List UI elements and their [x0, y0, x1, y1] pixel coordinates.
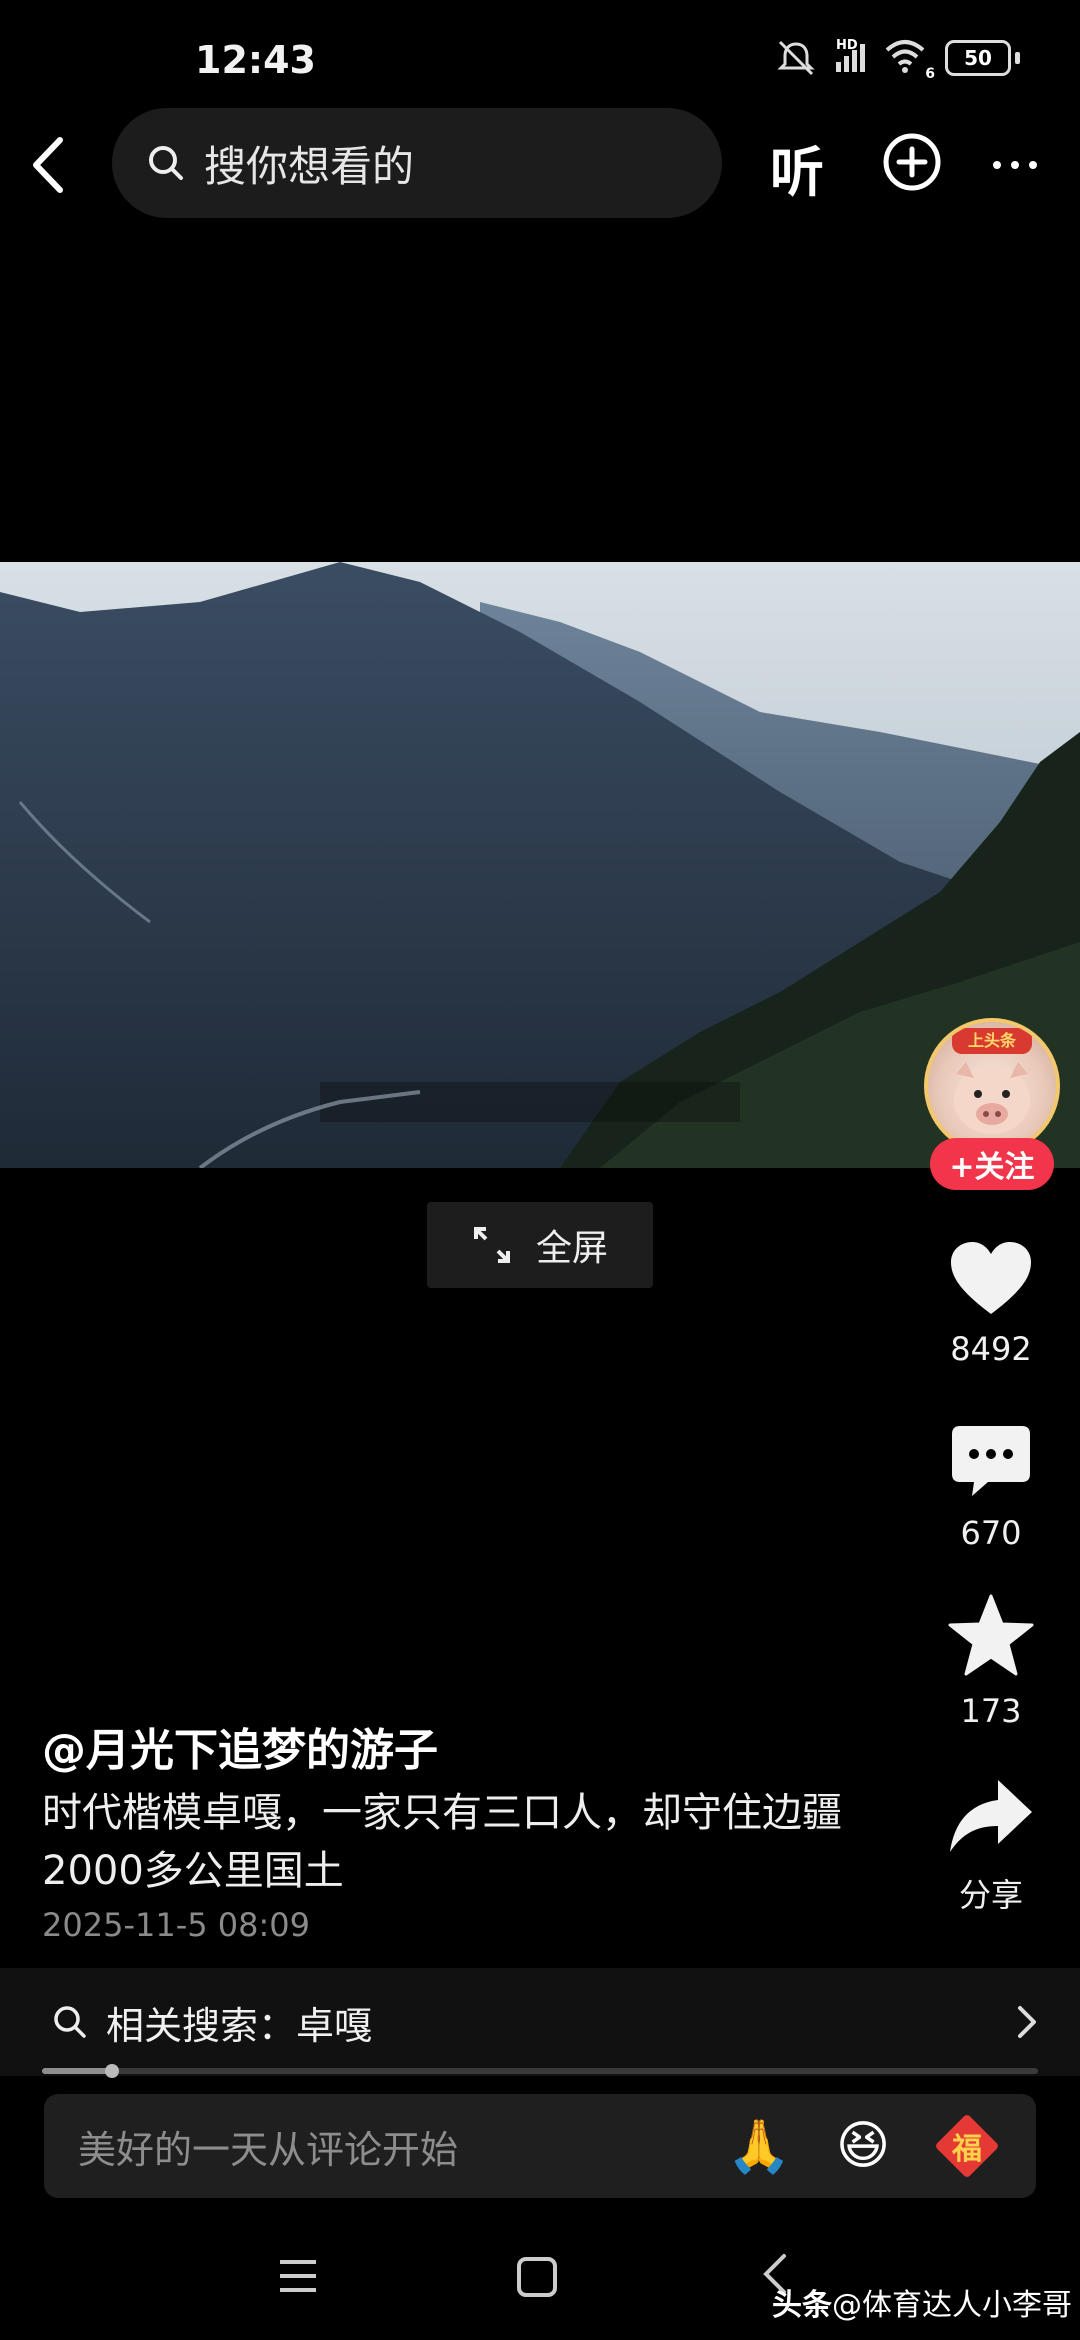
back-button[interactable] [24, 130, 76, 200]
fullscreen-button[interactable]: 全屏 [427, 1202, 653, 1288]
search-placeholder: 搜你想看的 [204, 141, 415, 191]
menu-icon [280, 2260, 316, 2292]
follow-button[interactable]: +关注 [930, 1138, 1054, 1190]
favorite-button[interactable]: 173 [931, 1594, 1051, 1730]
fu-sticker-button[interactable]: 福 [932, 2111, 1002, 2181]
fu-char: 福 [952, 2132, 982, 2167]
comment-input[interactable]: 美好的一天从评论开始 🙏 😆 福 [44, 2094, 1036, 2198]
related-search-label: 相关搜索：卓嘎 [106, 2003, 373, 2048]
chevron-right-icon [1018, 2006, 1036, 2038]
more-button[interactable] [990, 140, 1040, 194]
favorite-count: 173 [960, 1692, 1022, 1730]
progress-handle[interactable] [105, 2064, 119, 2078]
nav-menu-button[interactable] [278, 2256, 318, 2300]
home-square-icon [517, 2257, 557, 2297]
share-button[interactable]: 分享 [931, 1776, 1051, 1916]
search-icon [149, 146, 183, 180]
video-player[interactable] [0, 562, 1080, 1168]
comment-placeholder: 美好的一天从评论开始 [78, 2127, 459, 2172]
network-type: HD [836, 38, 858, 53]
avatar-image: 上头条 [924, 1018, 1060, 1154]
more-dots-icon [993, 161, 1037, 169]
watermark: 头条@体育达人小李哥 [772, 2280, 1072, 2324]
comment-count: 670 [960, 1514, 1022, 1552]
pray-emoji-button[interactable]: 🙏 [724, 2111, 794, 2181]
status-time: 12:43 [195, 38, 316, 82]
status-icons: HD 6 50 [774, 38, 1020, 82]
signal-icon: HD [836, 38, 865, 72]
search-icon [54, 2006, 86, 2038]
battery-icon: 50 [945, 40, 1011, 76]
fullscreen-label: 全屏 [535, 1228, 608, 1269]
share-arrow-icon [950, 1780, 1032, 1852]
fu-icon: 福 [934, 2113, 1000, 2179]
watermark-author: @体育达人小李哥 [832, 2288, 1072, 2323]
wifi-standard: 6 [925, 66, 935, 82]
post-caption: 时代楷模卓嘎，一家只有三口人，却守住边疆2000多公里国土 [42, 1790, 842, 1894]
share-label: 分享 [958, 1876, 1023, 1914]
comment-icon [952, 1426, 1030, 1496]
add-button[interactable] [882, 132, 942, 196]
related-search-bar[interactable]: 相关搜索：卓嘎 [0, 1968, 1080, 2076]
avatar-badge: 上头条 [952, 1028, 1032, 1054]
watermark-app: 头条 [772, 2288, 832, 2323]
comment-button[interactable]: 670 [931, 1424, 1051, 1552]
battery-level: 50 [964, 46, 992, 70]
plus-circle-icon [883, 133, 941, 191]
like-button[interactable]: 8492 [931, 1240, 1051, 1368]
back-arrow-icon [33, 137, 63, 193]
post-timestamp: 2025-11-5 08:09 [42, 1906, 310, 1944]
progress-track[interactable] [42, 2068, 1038, 2074]
like-count: 8492 [950, 1330, 1032, 1368]
mute-icon [777, 40, 815, 76]
nav-home-button[interactable] [516, 2256, 558, 2302]
expand-icon [473, 1227, 510, 1263]
listen-button[interactable]: 听 [770, 128, 824, 207]
star-icon [948, 1594, 1034, 1676]
progress-fill [42, 2068, 112, 2074]
heart-icon [951, 1242, 1031, 1314]
author-avatar[interactable]: 上头条 [924, 1018, 1060, 1154]
author-name[interactable]: @月光下追梦的游子 [42, 1714, 438, 1778]
search-input[interactable]: 搜你想看的 [112, 108, 722, 218]
laugh-emoji-button[interactable]: 😆 [828, 2111, 898, 2181]
battery-tip [1015, 52, 1020, 64]
mountain-video-frame [0, 562, 1080, 1168]
wifi-icon: 6 [883, 38, 935, 82]
